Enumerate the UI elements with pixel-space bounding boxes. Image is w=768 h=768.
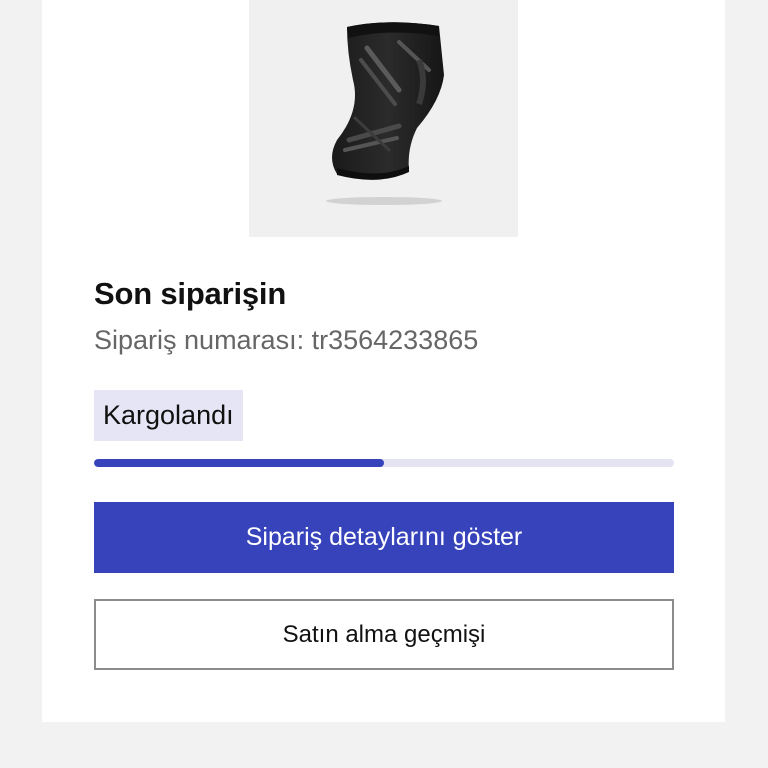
shipping-progress-bar	[94, 459, 674, 467]
latest-order-card: Son siparişin Sipariş numarası: tr356423…	[42, 0, 725, 722]
order-details-button[interactable]: Sipariş detaylarını göster	[94, 502, 674, 573]
purchase-history-button[interactable]: Satın alma geçmişi	[94, 599, 674, 670]
order-number: Sipariş numarası: tr3564233865	[94, 325, 479, 355]
knee-sleeve-icon	[326, 22, 444, 205]
status-badge: Kargolandı	[94, 390, 243, 441]
section-title: Son siparişin	[94, 276, 287, 311]
shipping-progress-fill	[94, 459, 384, 467]
product-image[interactable]	[249, 0, 518, 237]
